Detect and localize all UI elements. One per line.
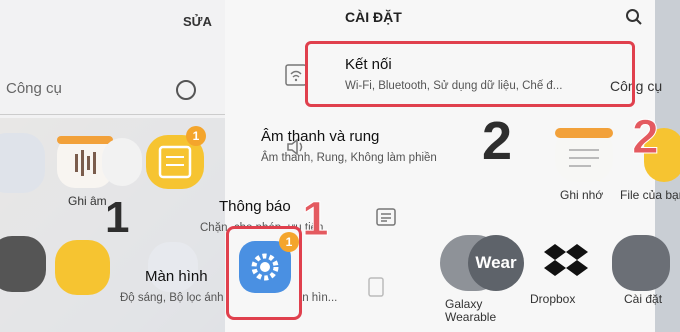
- smile-icon[interactable]: [176, 80, 196, 100]
- notification-badge: 1: [186, 126, 206, 146]
- step-number-1: 1: [105, 193, 130, 242]
- folder-app-icon[interactable]: [0, 133, 45, 193]
- recorder-label: Ghi âm: [68, 194, 107, 208]
- settings-app-icon-right[interactable]: [612, 235, 670, 291]
- notification-icon: [376, 208, 396, 226]
- step-number-2-red: 2: [632, 111, 660, 164]
- search-icon[interactable]: [625, 8, 643, 26]
- blurred-app-icon[interactable]: [0, 236, 46, 292]
- edit-button[interactable]: SỬA: [183, 14, 212, 29]
- settings-title: CÀI ĐẶT: [345, 9, 402, 25]
- display-icon: [368, 277, 384, 297]
- settings-item-title: Âm thanh và rung: [261, 128, 380, 145]
- dropbox-icon: [544, 244, 588, 276]
- settings-item-subtitle: Âm thanh, Rung, Không làm phiền: [261, 152, 437, 164]
- connections-highlight: [305, 41, 635, 107]
- step-number-2: 2: [482, 111, 513, 171]
- notes-icon: [555, 128, 613, 167]
- my-files-label: File của bạn: [620, 188, 680, 202]
- settings-item-title: Màn hình: [145, 268, 208, 285]
- galaxy-wearable-label: Galaxy Wearable: [445, 297, 497, 324]
- settings-label: Cài đặt: [624, 292, 663, 306]
- notes-label: Ghi nhớ: [560, 188, 604, 202]
- settings-notification-badge: 1: [279, 232, 299, 252]
- tools-folder-label: Công cụ: [6, 80, 62, 97]
- step-number-1-red: 1: [302, 193, 330, 246]
- divider: [0, 114, 225, 115]
- wear-logo-text: Wear: [475, 253, 517, 272]
- wear-app-icon[interactable]: Wear: [468, 235, 524, 291]
- notes-app-icon[interactable]: [555, 128, 613, 182]
- dropbox-label: Dropbox: [530, 292, 576, 306]
- blurred-app-icon[interactable]: [55, 240, 110, 295]
- blurred-app-icon[interactable]: [102, 138, 142, 186]
- dropbox-app-icon[interactable]: [535, 232, 597, 290]
- wifi-icon: [285, 64, 307, 86]
- settings-item-title: Thông báo: [219, 198, 291, 215]
